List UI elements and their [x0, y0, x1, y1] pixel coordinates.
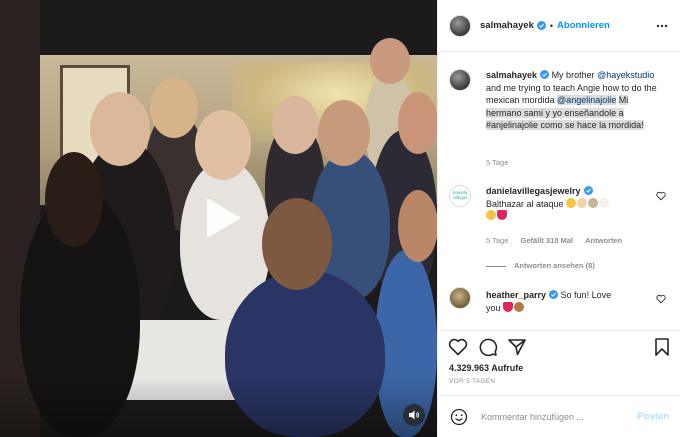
reply-button[interactable]: Antworten: [585, 236, 622, 245]
person-head: [195, 110, 251, 180]
caption-text-part: My brother: [551, 70, 595, 80]
person-head: [398, 92, 437, 154]
view-replies-button[interactable]: Antworten ansehen (8): [486, 261, 595, 270]
comment-time: 5 Tage: [486, 236, 509, 245]
heart-icon[interactable]: [448, 337, 468, 357]
play-icon[interactable]: [193, 190, 249, 246]
comment-form: Posten: [438, 395, 680, 437]
person-head: [150, 78, 198, 138]
verified-badge-icon: [549, 290, 559, 299]
post-panel: salmahayek • Abonnieren salmahayek My br…: [437, 0, 680, 437]
heart-emoji-icon: [497, 210, 507, 220]
comment-text: danielavillegasjewelry Balthazar al ataq…: [486, 185, 661, 223]
person-head: [272, 96, 318, 154]
person-head: [45, 152, 103, 247]
person-head: [262, 198, 332, 290]
caption-text: salmahayek My brother @hayekstudio and m…: [486, 69, 661, 132]
avatar[interactable]: [449, 14, 471, 37]
comment-like-heart-icon[interactable]: [656, 294, 666, 304]
emoji-icon: [588, 197, 599, 208]
post-button[interactable]: Posten: [637, 411, 669, 422]
header-username[interactable]: salmahayek: [480, 20, 534, 31]
mention-link[interactable]: @angelinajolie: [557, 95, 617, 105]
emoji-icon: [514, 301, 525, 312]
share-icon[interactable]: [507, 337, 527, 357]
emoji-icon[interactable]: [450, 408, 468, 426]
comment-likes[interactable]: Gefällt 310 Mal: [520, 236, 573, 245]
caption-time-text: 5 Tage: [486, 158, 509, 167]
post-actions: 4.329.963 Aufrufe: [438, 330, 680, 374]
post-header: salmahayek • Abonnieren: [438, 0, 680, 52]
comment-meta: 5 Tage Gefällt 310 Mal Antworten: [486, 236, 632, 245]
avatar[interactable]: daniela villegas: [449, 185, 471, 207]
video-player[interactable]: [0, 0, 437, 437]
more-icon[interactable]: [656, 20, 668, 32]
comment-username[interactable]: danielavillegasjewelry: [486, 186, 581, 196]
comment-body: you: [486, 302, 501, 313]
comment-text: heather_parry So fun! Love you: [486, 289, 661, 314]
mention-link[interactable]: @hayekstudio: [597, 70, 654, 80]
comment-body: Balthazar al ataque: [486, 198, 564, 209]
avatar[interactable]: [449, 287, 471, 309]
replies-divider: [486, 265, 506, 267]
comments-list: salmahayek My brother @hayekstudio and m…: [438, 52, 680, 330]
avatar[interactable]: [449, 69, 471, 91]
emoji-icon: [566, 197, 577, 208]
emoji-icon: [577, 197, 588, 208]
verified-badge-icon: [536, 21, 546, 30]
view-replies-label[interactable]: Antworten ansehen (8): [514, 261, 595, 270]
person-head: [370, 38, 410, 84]
caption-time: 5 Tage: [486, 158, 518, 167]
comment-body: So fun! Love: [560, 290, 612, 300]
comment-input[interactable]: [481, 411, 631, 422]
header-separator: •: [549, 20, 554, 31]
heart-emoji-icon: [503, 301, 514, 312]
person-head: [398, 190, 437, 262]
emoji-icon: [599, 197, 610, 208]
caption-username[interactable]: salmahayek: [486, 70, 537, 80]
follow-button[interactable]: Abonnieren: [557, 20, 610, 31]
verified-badge-icon: [583, 186, 593, 195]
bookmark-icon[interactable]: [652, 337, 672, 357]
person-head: [318, 100, 370, 166]
mute-icon[interactable]: [403, 404, 425, 426]
verified-badge-icon: [540, 70, 550, 79]
emoji-icon: [486, 210, 496, 220]
view-count[interactable]: 4.329.963 Aufrufe: [449, 363, 523, 373]
comment-icon[interactable]: [478, 337, 498, 357]
comment-like-heart-icon[interactable]: [656, 191, 666, 201]
video-bottom-shade: [0, 377, 437, 437]
person-head: [90, 92, 150, 166]
post-date: VOR 5 TAGEN: [449, 378, 496, 385]
comment-username[interactable]: heather_parry: [486, 290, 546, 300]
